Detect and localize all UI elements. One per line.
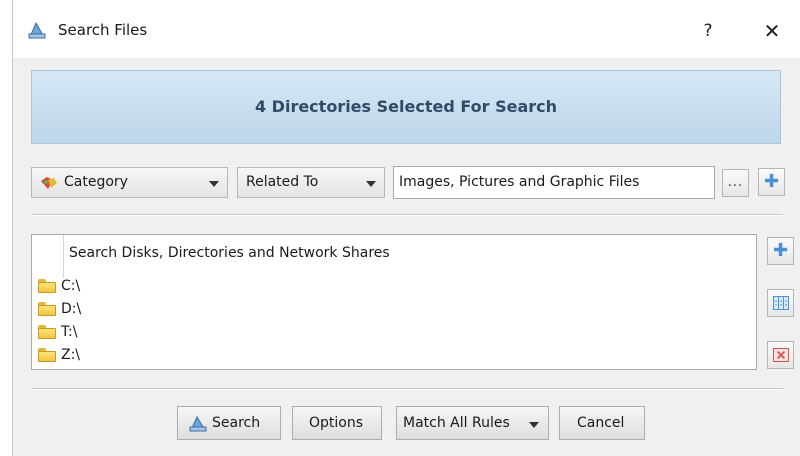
chevron-down-icon bbox=[209, 181, 219, 187]
folder-icon bbox=[38, 302, 56, 316]
category-icon bbox=[41, 177, 57, 189]
criteria-input[interactable]: Images, Pictures and Graphic Files bbox=[393, 166, 715, 199]
directory-label: D:\ bbox=[61, 301, 82, 317]
match-rules-label: Match All Rules bbox=[403, 415, 510, 431]
folder-icon bbox=[38, 348, 56, 362]
directory-label: Z:\ bbox=[61, 347, 81, 363]
help-button[interactable]: ? bbox=[693, 16, 723, 46]
criteria-input-value: Images, Pictures and Graphic Files bbox=[399, 174, 640, 190]
cancel-button-label: Cancel bbox=[577, 415, 625, 431]
search-button-label: Search bbox=[212, 415, 261, 431]
locations-header: Search Disks, Directories and Network Sh… bbox=[69, 245, 390, 261]
match-rules-dropdown[interactable]: Match All Rules bbox=[396, 406, 549, 440]
folder-icon bbox=[38, 279, 56, 293]
chevron-down-icon bbox=[366, 181, 376, 187]
add-location-button[interactable]: ✚ bbox=[767, 237, 794, 265]
title-bar[interactable]: Search Files ? ✕ bbox=[13, 0, 800, 58]
separator bbox=[31, 214, 783, 216]
cancel-button[interactable]: Cancel bbox=[559, 406, 645, 440]
list-column-divider bbox=[63, 235, 64, 278]
operator-select[interactable]: Related To bbox=[237, 167, 385, 198]
directory-label: C:\ bbox=[61, 278, 81, 294]
search-summary-banner: 4 Directories Selected For Search bbox=[31, 70, 781, 144]
app-icon bbox=[28, 21, 46, 39]
field-select[interactable]: Category bbox=[31, 167, 228, 198]
dialog-title: Search Files bbox=[58, 21, 148, 39]
remove-location-button[interactable] bbox=[767, 341, 794, 369]
plus-icon: ✚ bbox=[763, 171, 780, 192]
banner-text: 4 Directories Selected For Search bbox=[254, 97, 558, 116]
directory-label: T:\ bbox=[61, 324, 78, 340]
operator-select-value: Related To bbox=[246, 174, 319, 190]
remove-location-icon bbox=[773, 348, 789, 362]
search-files-dialog: Search Files ? ✕ 4 Directories Selected … bbox=[12, 0, 800, 456]
add-location-icon: ✚ bbox=[772, 240, 789, 261]
edit-location-icon bbox=[773, 296, 789, 310]
browse-button[interactable]: ... bbox=[722, 169, 749, 197]
search-icon bbox=[189, 415, 207, 432]
add-rule-button[interactable]: ✚ bbox=[758, 168, 785, 196]
search-button[interactable]: Search bbox=[177, 406, 281, 440]
edit-location-button[interactable] bbox=[767, 289, 794, 317]
folder-icon bbox=[38, 325, 56, 339]
separator bbox=[31, 388, 783, 390]
field-select-value: Category bbox=[64, 174, 128, 190]
search-locations-list[interactable]: Search Disks, Directories and Network Sh… bbox=[31, 234, 757, 370]
chevron-down-icon bbox=[529, 422, 539, 428]
options-button-label: Options bbox=[309, 415, 364, 431]
close-button[interactable]: ✕ bbox=[755, 16, 789, 46]
options-button[interactable]: Options bbox=[292, 406, 382, 440]
browse-button-label: ... bbox=[727, 175, 744, 190]
